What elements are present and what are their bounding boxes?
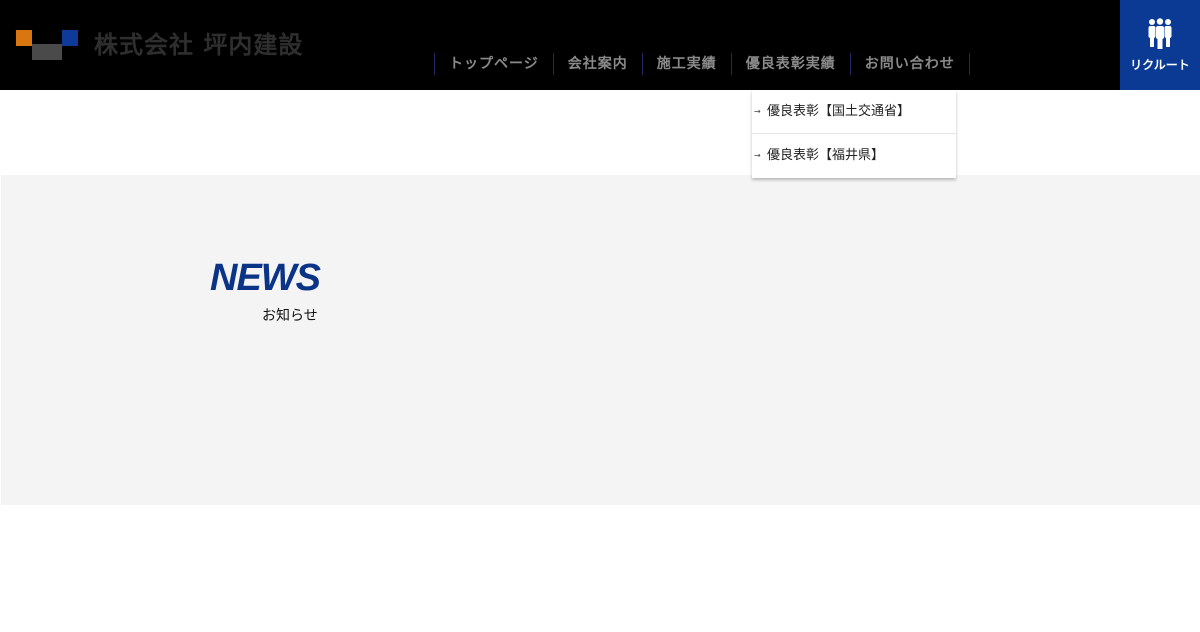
- arrow-right-icon: →: [754, 151, 761, 160]
- nav-item-contact[interactable]: お問い合わせ: [851, 53, 970, 75]
- news-heading: NEWS: [210, 257, 321, 299]
- dropdown-item-mlit[interactable]: → 優良表彰【国土交通省】: [752, 90, 956, 134]
- dropdown-item-fukui[interactable]: → 優良表彰【福井県】: [752, 134, 956, 178]
- awards-dropdown-menu: → 優良表彰【国土交通省】 → 優良表彰【福井県】: [752, 90, 956, 178]
- logo-mark-orange: [16, 30, 32, 46]
- logo-mark-blue: [62, 30, 78, 46]
- news-section: NEWS お知らせ: [1, 175, 1200, 505]
- company-logo[interactable]: 株式会社 坪内建設: [16, 30, 316, 60]
- recruit-label: リクルート: [1130, 58, 1190, 72]
- dropdown-item-label: 優良表彰【福井県】: [767, 148, 885, 163]
- people-icon: [1148, 18, 1172, 49]
- logo-mark-gray: [32, 44, 62, 60]
- dropdown-item-label: 優良表彰【国土交通省】: [767, 104, 911, 119]
- global-nav: トップページ 会社案内 施工実績 優良表彰実績 お問い合わせ: [434, 53, 970, 75]
- nav-item-awards[interactable]: 優良表彰実績: [732, 53, 851, 75]
- logo-text: 株式会社 坪内建設: [94, 31, 304, 59]
- nav-item-company[interactable]: 会社案内: [554, 53, 643, 75]
- arrow-right-icon: →: [754, 107, 761, 116]
- nav-item-top[interactable]: トップページ: [435, 53, 554, 75]
- site-header: 株式会社 坪内建設 トップページ 会社案内 施工実績 優良表彰実績 お問い合わせ…: [0, 0, 1200, 90]
- nav-item-works[interactable]: 施工実績: [643, 53, 732, 75]
- news-subheading: お知らせ: [262, 308, 318, 324]
- recruit-button[interactable]: リクルート: [1120, 0, 1200, 90]
